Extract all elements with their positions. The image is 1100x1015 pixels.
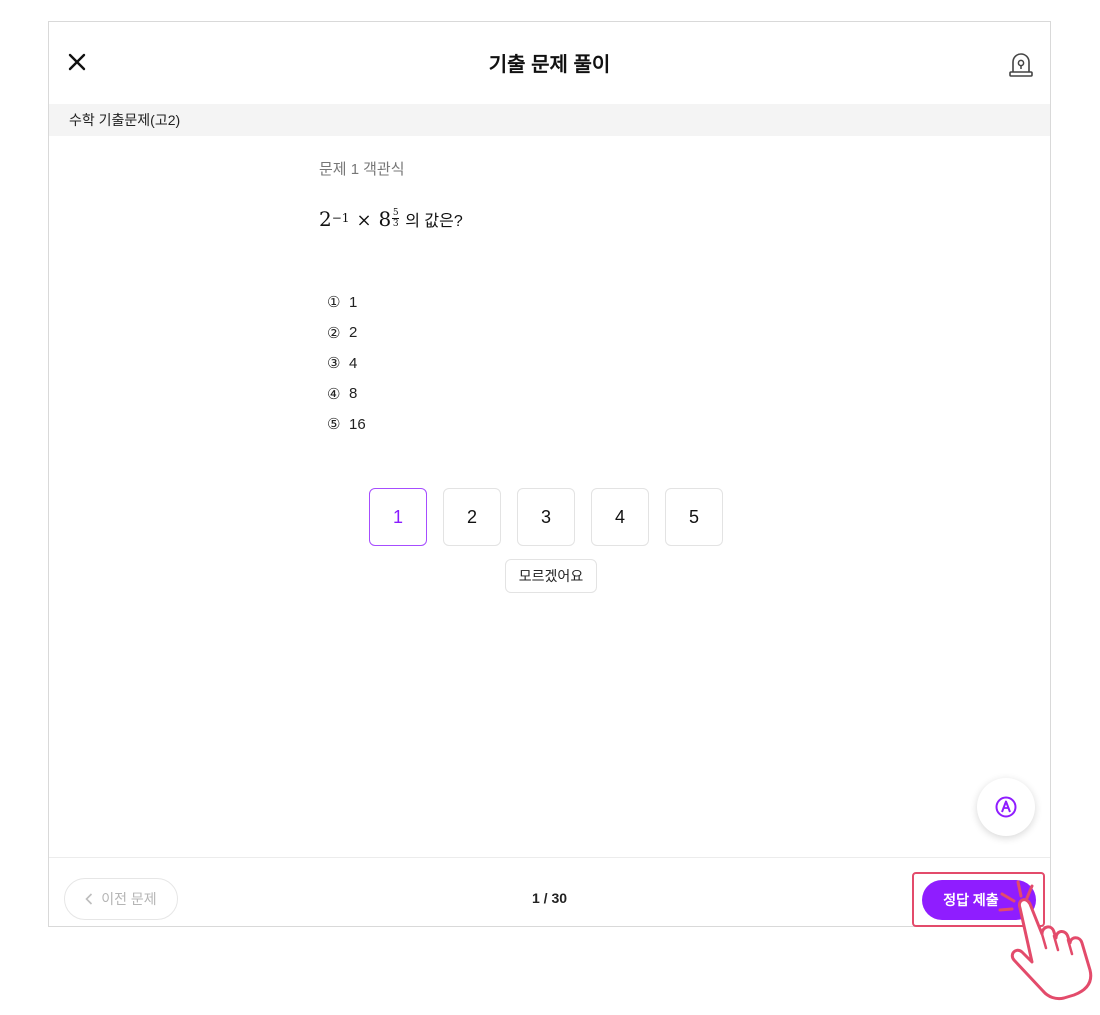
math-exponent-2: 5 3: [392, 208, 400, 229]
page-title: 기출 문제 풀이: [488, 54, 611, 76]
pen-tool-button[interactable]: [977, 778, 1035, 836]
choice-list: ①1 ②2 ③4 ④8 ⑤ 16: [319, 287, 819, 440]
choice-value: 8: [349, 385, 358, 403]
footer: 이전 문제 1 / 30 정답 제출: [49, 857, 1050, 926]
page-indicator: 1 / 30: [531, 890, 568, 906]
question-number: 문제 1: [319, 161, 360, 178]
quiz-window: 기출 문제 풀이 수학 기출문제(고2) 문제 1객관식 2−1 × 8 5: [48, 21, 1051, 927]
subject-bar: 수학 기출문제(고2): [49, 104, 1050, 136]
header: 기출 문제 풀이: [49, 22, 1050, 104]
question-text: 2 −1 × 8 5 3 의 값은?: [319, 207, 819, 239]
choice-item: ①1: [327, 287, 819, 318]
choice-value: 2: [349, 324, 358, 342]
dont-know-button[interactable]: 모르겠어요: [505, 559, 597, 593]
math-times: ×: [356, 210, 372, 231]
siren-icon: [1009, 53, 1033, 77]
math-exp-numerator: 5: [392, 208, 399, 218]
choice-mark: ②: [327, 323, 341, 342]
answer-button-1[interactable]: 1: [369, 488, 427, 546]
math-expression: 2 −1 × 8 5 3: [319, 207, 400, 239]
choice-mark: ④: [327, 384, 341, 403]
answer-button-5[interactable]: 5: [665, 488, 723, 546]
pen-icon: [995, 796, 1017, 818]
question-type: 객관식: [363, 161, 405, 178]
choice-mark: ⑤: [327, 415, 341, 434]
question-area: 문제 1 객관식 2 −1 × 8 5 3 의 값은? ①1 ②2 ③4 ④8 ⑤1…: [319, 158, 819, 440]
math-base-1: 2: [319, 207, 332, 231]
answer-options: 1 2 3 4 5: [369, 488, 723, 546]
math-base-2: 8: [378, 207, 392, 231]
choice-mark: ①: [327, 293, 341, 312]
answer-button-2[interactable]: 2: [443, 488, 501, 546]
report-button[interactable]: [1008, 50, 1034, 78]
choice-value: 4: [349, 354, 358, 372]
answer-button-3[interactable]: 3: [517, 488, 575, 546]
choice-value: 1: [349, 293, 358, 311]
math-exp-denominator: 3: [392, 219, 399, 229]
question-rest: 의 값은?: [405, 213, 463, 230]
math-exponent-1: −1: [331, 211, 350, 225]
question-meta: 문제 1 객관식: [319, 158, 819, 179]
choice-item: ⑤ 16: [327, 409, 819, 440]
choice-item: ②2: [327, 318, 819, 349]
choice-item: ④8: [327, 379, 819, 410]
choice-item: ③4: [327, 348, 819, 379]
answer-button-4[interactable]: 4: [591, 488, 649, 546]
choice-mark: ③: [327, 354, 341, 373]
choice-value: 16: [349, 415, 366, 433]
pointing-hand-icon: [998, 880, 1093, 1001]
